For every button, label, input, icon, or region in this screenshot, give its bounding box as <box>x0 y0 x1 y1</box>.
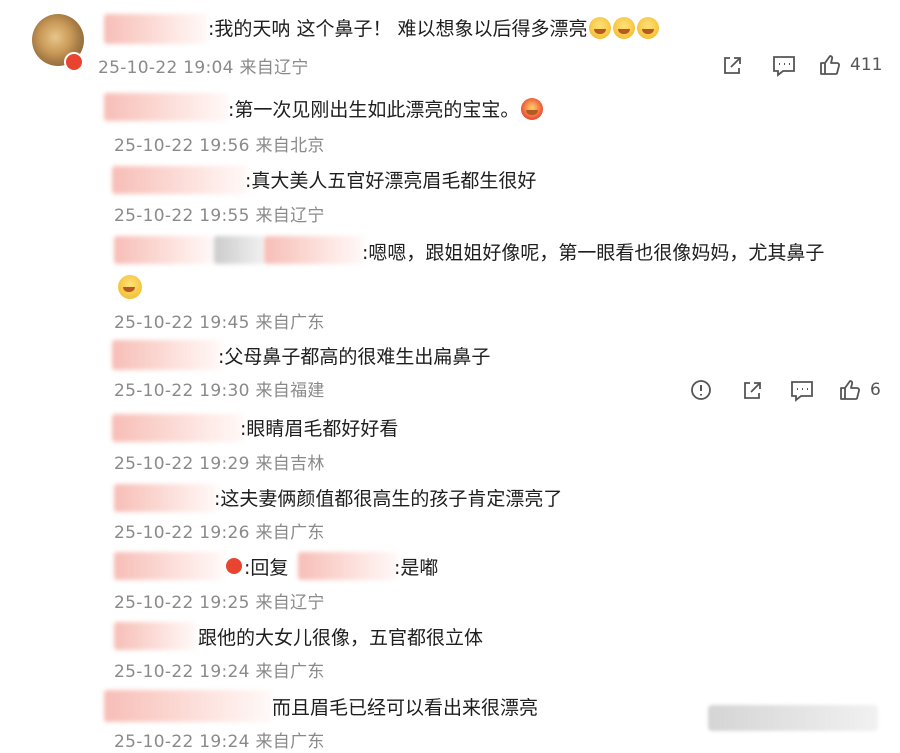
reply-text: :第一次见刚出生如此漂亮的宝宝。 <box>228 97 544 123</box>
reply-text: 跟他的大女儿很像，五官都很立体 <box>198 627 484 649</box>
comment-button[interactable] <box>789 379 815 403</box>
username-redacted[interactable] <box>104 690 272 722</box>
reply-meta: 25-10-22 19:45 来自广东 <box>114 313 325 333</box>
comment-icon <box>773 56 795 77</box>
username-redacted[interactable] <box>114 622 196 650</box>
report-icon <box>691 380 711 400</box>
laugh-emoji-icon <box>118 275 142 299</box>
username-redacted[interactable] <box>114 484 218 512</box>
username-redacted[interactable] <box>114 236 214 264</box>
emoji-icon <box>521 98 544 120</box>
cry-emoji-icon <box>589 17 612 39</box>
like-button[interactable]: 411 <box>818 53 882 77</box>
verified-badge-icon <box>226 558 242 574</box>
reply-meta: 25-10-22 19:30 来自福建 <box>114 381 325 401</box>
report-button[interactable] <box>690 379 712 401</box>
reply-text: :眼睛眉毛都好好看 <box>240 418 399 440</box>
reply-text: :父母鼻子都高的很难生出扁鼻子 <box>218 346 491 368</box>
username-redacted[interactable] <box>104 93 228 121</box>
watermark <box>708 705 878 731</box>
main-comment-meta: 25-10-22 19:04 来自辽宁 <box>98 58 309 78</box>
username-redacted[interactable] <box>112 340 222 370</box>
cry-emoji-icon <box>637 17 660 39</box>
reply-meta: 25-10-22 19:29 来自吉林 <box>114 454 325 474</box>
comment-icon <box>791 381 813 402</box>
username-redacted <box>264 236 364 264</box>
username-redacted[interactable] <box>112 166 248 194</box>
share-button[interactable] <box>720 54 744 78</box>
username-redacted[interactable] <box>298 552 398 580</box>
comment-button[interactable] <box>771 54 797 78</box>
share-icon <box>744 382 761 399</box>
reply-text: :是嘟 <box>394 557 439 579</box>
reply-meta: 25-10-22 19:24 来自广东 <box>114 662 325 682</box>
reply-meta: 25-10-22 19:26 来自广东 <box>114 523 325 543</box>
reply-meta: 25-10-22 19:55 来自辽宁 <box>114 206 325 226</box>
share-icon <box>724 57 741 74</box>
share-button[interactable] <box>740 379 764 403</box>
reply-text: :真大美人五官好漂亮眉毛都生很好 <box>245 170 537 192</box>
username-redacted[interactable] <box>104 14 208 44</box>
username-redacted[interactable] <box>114 552 224 580</box>
reply-meta: 25-10-22 19:24 来自广东 <box>114 732 325 752</box>
like-icon <box>820 55 840 75</box>
reply-prefix: :回复 <box>244 557 289 579</box>
reply-text: :这夫妻俩颜值都很高生的孩子肯定漂亮了 <box>214 488 563 510</box>
main-comment-text: :我的天呐 这个鼻子！ 难以想象以后得多漂亮 <box>208 16 660 42</box>
like-count: 6 <box>870 380 881 400</box>
reply-text: :嗯嗯，跟姐姐好像呢，第一眼看也很像妈妈，尤其鼻子 <box>362 242 825 264</box>
verified-badge-icon <box>64 52 84 72</box>
username-redacted <box>214 236 264 264</box>
like-count: 411 <box>850 55 883 75</box>
cry-emoji-icon <box>613 17 636 39</box>
reply-text: 而且眉毛已经可以看出来很漂亮 <box>272 697 539 719</box>
reply-meta: 25-10-22 19:25 来自辽宁 <box>114 593 325 613</box>
username-redacted[interactable] <box>112 414 244 442</box>
reply-meta: 25-10-22 19:56 来自北京 <box>114 136 325 156</box>
like-button[interactable]: 6 <box>838 378 881 402</box>
like-icon <box>840 380 860 400</box>
